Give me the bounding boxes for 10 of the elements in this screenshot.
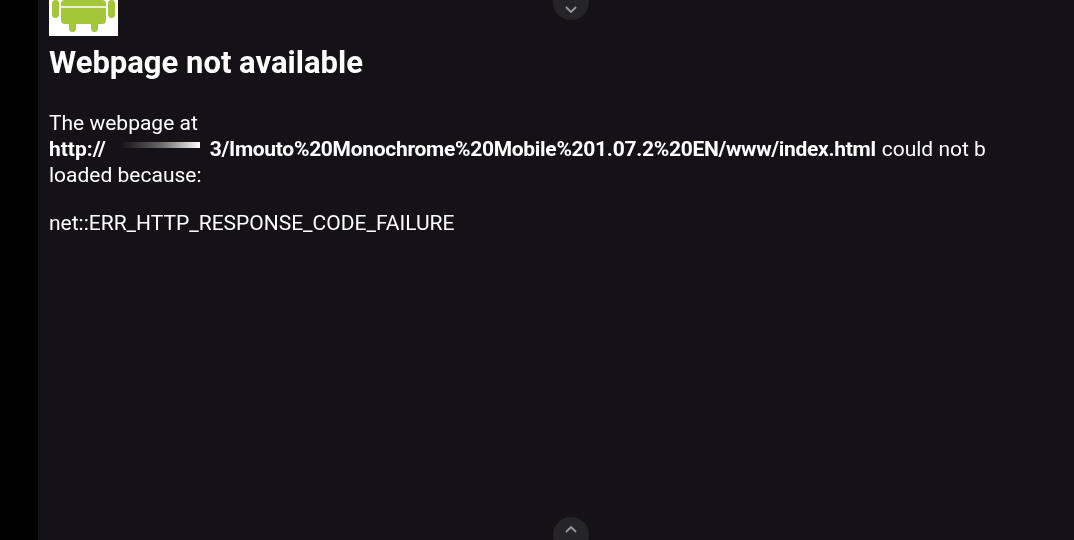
android-robot-icon — [49, 0, 118, 36]
url-prefix: http:// — [49, 136, 106, 162]
chevron-down-icon — [565, 6, 577, 14]
message-text: loaded because: — [49, 163, 202, 187]
message-text: could not b — [881, 136, 986, 162]
error-code: net::ERR_HTTP_RESPONSE_CODE_FAILURE — [49, 210, 455, 236]
url-path: 3/Imouto%20Monochrome%20Mobile%201.07.2%20EN/www/index.html — [209, 136, 876, 162]
chevron-up-icon — [565, 525, 577, 533]
page-heading: Webpage not available — [49, 44, 363, 82]
message-text: The webpage at — [49, 111, 198, 135]
